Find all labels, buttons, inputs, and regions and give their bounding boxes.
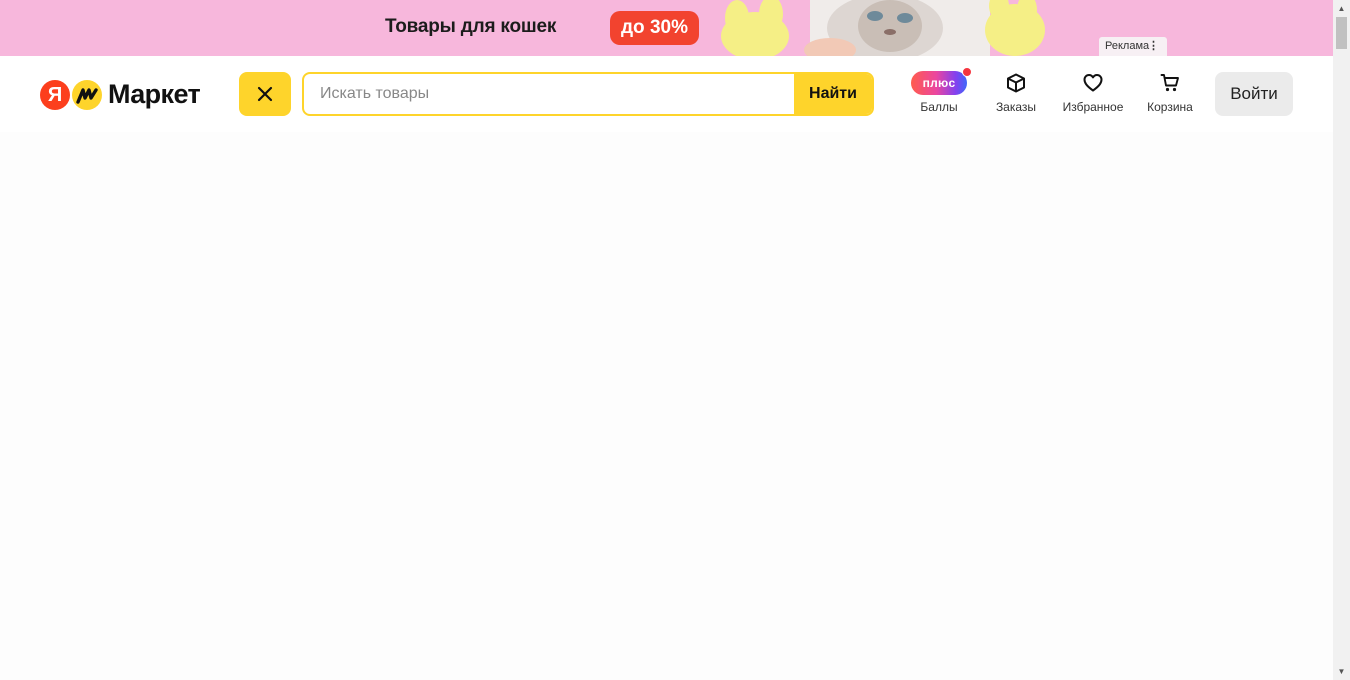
ad-label[interactable]: Реклама ⋮ (1099, 37, 1167, 56)
nav-points[interactable]: плюс Баллы (911, 67, 972, 118)
search-bar: Найти (302, 72, 874, 116)
plus-badge: плюс (911, 67, 972, 95)
vertical-scrollbar[interactable]: ▲ ▼ (1333, 0, 1350, 680)
ad-label-text: Реклама (1105, 40, 1150, 52)
scroll-down-arrow-icon[interactable]: ▼ (1333, 663, 1350, 680)
nav-favorites-label: Избранное (1062, 100, 1124, 114)
catalog-close-button[interactable] (239, 72, 291, 116)
login-button[interactable]: Войти (1215, 72, 1293, 116)
box-icon (1007, 73, 1025, 93)
banner-discount-badge: до 30% (610, 11, 699, 45)
market-logo-icon (72, 80, 102, 110)
heart-icon (1083, 74, 1103, 92)
banner-title: Товары для кошек (385, 16, 557, 37)
banner-cat-image (721, 0, 1045, 56)
nav-cart[interactable]: Корзина (1143, 70, 1197, 118)
scroll-up-arrow-icon[interactable]: ▲ (1333, 0, 1350, 17)
yandex-logo-icon: Я (40, 80, 70, 110)
more-vertical-icon[interactable]: ⋮ (1148, 37, 1159, 56)
search-input[interactable] (304, 74, 796, 114)
site-header: Я Маркет Найти плюс Баллы (0, 56, 1333, 132)
nav-cart-label: Корзина (1147, 100, 1193, 114)
nav-points-label: Баллы (920, 100, 958, 114)
nav-favorites[interactable]: Избранное (1058, 70, 1128, 118)
nav-orders[interactable]: Заказы (991, 70, 1041, 118)
logo-text: Маркет (108, 79, 201, 109)
cart-icon (1160, 74, 1179, 92)
close-icon (257, 86, 273, 102)
plus-badge-text: плюс (922, 76, 956, 90)
page-content (0, 132, 1333, 680)
promo-banner[interactable]: Товары для кошек до 30% Реклама ⋮ (0, 0, 1333, 56)
scrollbar-thumb[interactable] (1336, 17, 1347, 49)
nav-orders-label: Заказы (995, 100, 1037, 114)
search-button[interactable]: Найти (794, 74, 872, 114)
notification-dot (962, 67, 972, 77)
